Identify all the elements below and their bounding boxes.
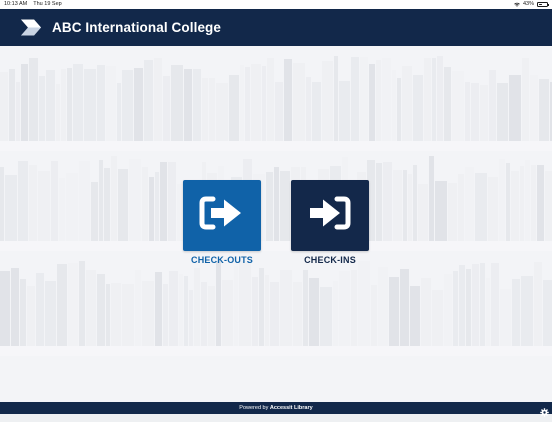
status-left: 10:13 AM Thu 19 Sep	[4, 0, 62, 9]
check-outs-button[interactable]: CHECK-OUTS	[183, 180, 261, 265]
status-bar: 10:13 AM Thu 19 Sep 43%	[0, 0, 552, 9]
app-footer: Powered by Accessit Library	[0, 402, 552, 417]
status-time: 10:13 AM	[4, 1, 28, 7]
brand-name: Accessit Library	[269, 405, 313, 411]
battery-percent: 43%	[522, 1, 534, 7]
background-overlay	[0, 46, 552, 402]
powered-by-text: Powered by	[239, 405, 269, 411]
check-in-arrow-icon	[305, 191, 355, 240]
gear-icon[interactable]	[540, 404, 549, 417]
footer-credit: Powered by Accessit Library	[0, 402, 552, 414]
chevron-logo-icon	[20, 19, 44, 36]
bookshelf-background	[0, 46, 552, 402]
check-ins-tile[interactable]	[291, 180, 369, 251]
status-right: 43%	[514, 0, 549, 9]
app-header: ABC International College	[0, 9, 552, 46]
check-ins-label: CHECK-INS	[304, 255, 356, 265]
check-outs-label: CHECK-OUTS	[191, 255, 253, 265]
check-out-arrow-icon	[197, 191, 247, 240]
battery-level-fill	[538, 3, 543, 6]
check-ins-button[interactable]: CHECK-INS	[291, 180, 369, 265]
wifi-icon	[514, 2, 520, 7]
status-date: Thu 19 Sep	[33, 1, 62, 7]
app-title: ABC International College	[52, 20, 222, 35]
battery-icon	[537, 2, 549, 7]
check-outs-tile[interactable]	[183, 180, 261, 251]
